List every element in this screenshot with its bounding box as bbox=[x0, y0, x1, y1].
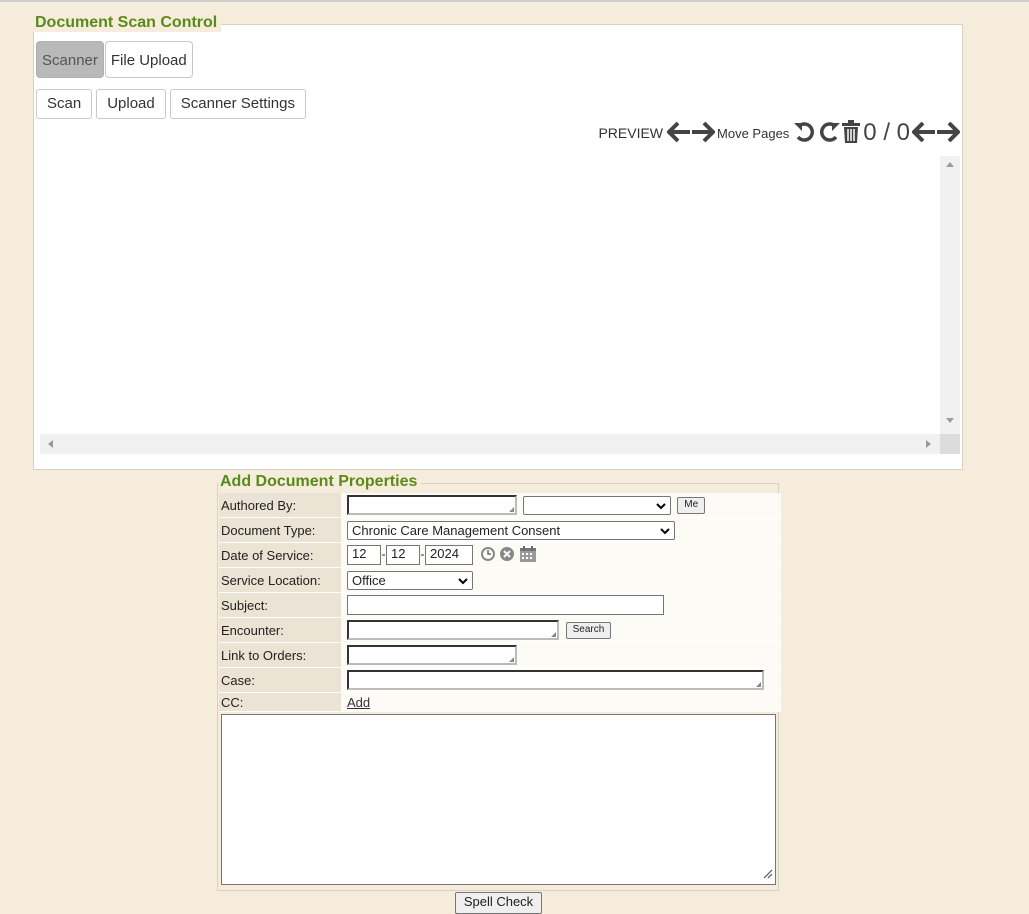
scroll-left-icon[interactable] bbox=[48, 440, 53, 448]
document-type-select[interactable]: Chronic Care Management Consent bbox=[347, 520, 675, 540]
scroll-down-icon[interactable] bbox=[946, 418, 954, 423]
subject-input[interactable] bbox=[347, 595, 664, 615]
link-to-orders-input[interactable] bbox=[347, 645, 517, 665]
preview-area[interactable] bbox=[40, 156, 961, 456]
horizontal-scrollbar[interactable] bbox=[40, 434, 940, 454]
encounter-input[interactable] bbox=[347, 620, 559, 640]
row-encounter: Encounter: Search bbox=[219, 618, 781, 643]
arrow-left-icon[interactable] bbox=[666, 121, 691, 146]
move-pages-label: Move Pages bbox=[717, 125, 790, 141]
month-input[interactable]: 12 bbox=[347, 545, 381, 565]
cc-add-link[interactable]: Add bbox=[347, 695, 370, 710]
preview-toolbar: PREVIEW Move Pages 0 / 0 bbox=[598, 119, 961, 147]
trash-icon[interactable] bbox=[841, 119, 861, 147]
link-to-orders-label: Link to Orders: bbox=[219, 643, 341, 668]
authored-by-label: Authored By: bbox=[219, 493, 341, 518]
cc-label: CC: bbox=[219, 693, 341, 712]
clear-icon[interactable] bbox=[499, 546, 515, 565]
preview-label: PREVIEW bbox=[598, 125, 664, 141]
scan-control-panel: Scanner File Upload Scan Upload Scanner … bbox=[33, 24, 963, 470]
notes-textarea[interactable] bbox=[221, 714, 776, 885]
chevron-down-icon bbox=[655, 498, 666, 513]
upload-button[interactable]: Upload bbox=[96, 89, 166, 119]
row-authored-by: Authored By: Me bbox=[219, 493, 781, 518]
scroll-up-icon[interactable] bbox=[946, 162, 954, 167]
scanner-settings-button[interactable]: Scanner Settings bbox=[169, 89, 306, 119]
scan-button[interactable]: Scan bbox=[36, 89, 93, 119]
day-input[interactable]: 12 bbox=[386, 545, 420, 565]
calendar-icon[interactable] bbox=[519, 545, 537, 566]
chevron-down-icon bbox=[660, 523, 670, 538]
search-button[interactable]: Search bbox=[565, 621, 612, 639]
case-input[interactable] bbox=[347, 670, 764, 690]
encounter-label: Encounter: bbox=[219, 618, 341, 643]
spell-check-button[interactable]: Spell Check bbox=[455, 892, 542, 914]
arrow-right-icon[interactable] bbox=[691, 121, 716, 146]
case-label: Case: bbox=[219, 668, 341, 693]
row-subject: Subject: bbox=[219, 593, 781, 618]
properties-table: Authored By: Me Document Type: Chronic C… bbox=[219, 493, 781, 712]
service-location-select[interactable]: Office bbox=[347, 570, 473, 590]
row-case: Case: bbox=[219, 668, 781, 693]
page-counter: 0 / 0 bbox=[863, 119, 910, 146]
chevron-down-icon bbox=[458, 573, 468, 588]
authored-by-select[interactable] bbox=[522, 495, 671, 515]
clock-icon[interactable] bbox=[480, 546, 496, 565]
arrow-left-icon[interactable] bbox=[911, 121, 936, 146]
row-service-location: Service Location: Office bbox=[219, 568, 781, 593]
row-cc: CC: Add bbox=[219, 693, 781, 712]
row-link-to-orders: Link to Orders: bbox=[219, 643, 781, 668]
tab-file-upload[interactable]: File Upload bbox=[104, 41, 193, 78]
scan-tabs: Scanner File Upload bbox=[36, 41, 194, 78]
document-type-label: Document Type: bbox=[219, 518, 341, 543]
year-input[interactable]: 2024 bbox=[425, 545, 473, 565]
document-properties-legend: Add Document Properties bbox=[218, 473, 422, 491]
date-of-service-label: Date of Service: bbox=[219, 543, 341, 568]
authored-by-input[interactable] bbox=[347, 495, 517, 515]
scrollbar-corner bbox=[940, 434, 960, 454]
resize-grip-icon[interactable] bbox=[763, 867, 773, 882]
tab-scanner[interactable]: Scanner bbox=[36, 41, 104, 78]
arrow-right-icon[interactable] bbox=[936, 121, 961, 146]
scan-actions: Scan Upload Scanner Settings bbox=[36, 89, 306, 119]
scroll-right-icon[interactable] bbox=[926, 440, 931, 448]
service-location-label: Service Location: bbox=[219, 568, 341, 593]
subject-label: Subject: bbox=[219, 593, 341, 618]
vertical-scrollbar[interactable] bbox=[940, 156, 960, 434]
row-document-type: Document Type: Chronic Care Management C… bbox=[219, 518, 781, 543]
scan-control-legend: Document Scan Control bbox=[33, 14, 222, 32]
top-border bbox=[0, 0, 1029, 2]
rotate-right-icon[interactable] bbox=[817, 120, 841, 147]
me-button[interactable]: Me bbox=[677, 496, 706, 514]
rotate-left-icon[interactable] bbox=[793, 120, 817, 147]
row-date-of-service: Date of Service: 12-12-2024 bbox=[219, 543, 781, 568]
